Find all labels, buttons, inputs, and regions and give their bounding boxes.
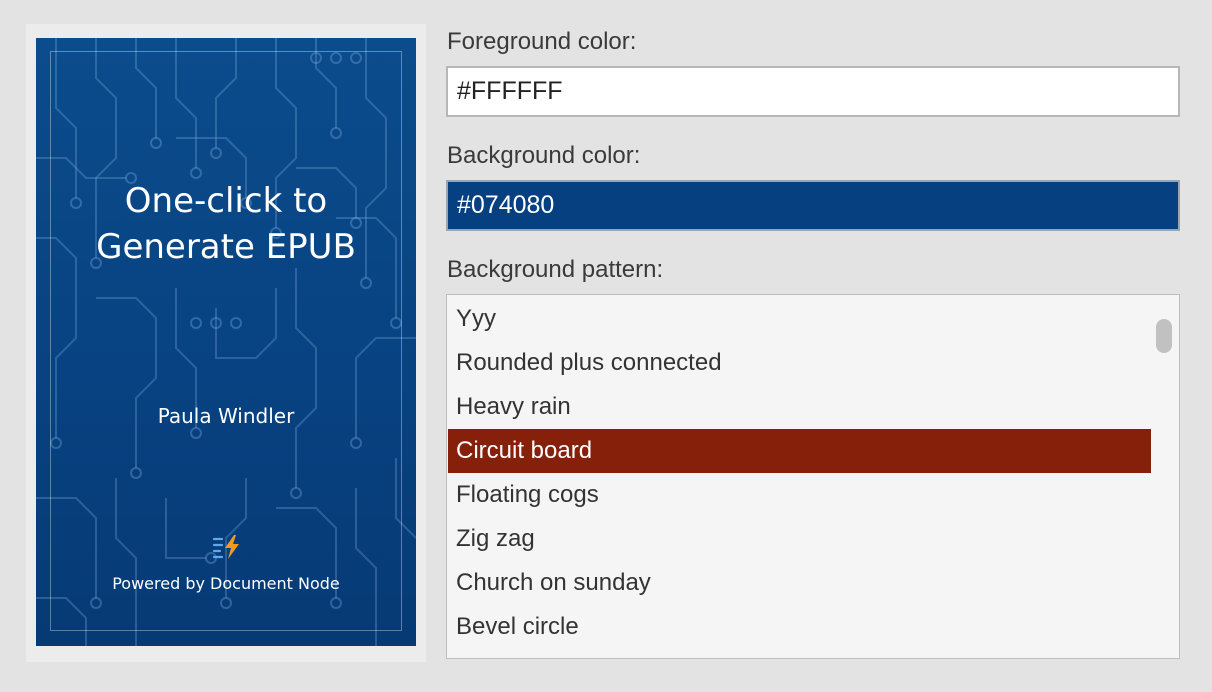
cover-title-line-1: One-click to bbox=[124, 181, 328, 221]
foreground-color-input[interactable] bbox=[446, 66, 1180, 117]
list-item[interactable]: Heavy rain bbox=[448, 385, 1151, 429]
background-color-input[interactable] bbox=[446, 180, 1180, 231]
cover-title: One-click to Generate EPUB bbox=[36, 178, 416, 270]
list-item[interactable]: Church on sunday bbox=[448, 561, 1151, 605]
document-node-logo-icon bbox=[212, 535, 239, 559]
list-item[interactable]: Bevel circle bbox=[448, 605, 1151, 649]
list-item-selected[interactable]: Circuit board bbox=[448, 429, 1151, 473]
foreground-color-label: Foreground color: bbox=[447, 28, 637, 55]
book-cover-preview: One-click to Generate EPUB Paula Windler… bbox=[36, 38, 416, 646]
cover-title-line-2: Generate EPUB bbox=[96, 227, 356, 267]
list-item[interactable]: Zig zag bbox=[448, 517, 1151, 561]
background-pattern-list[interactable]: Yyy Rounded plus connected Heavy rain Ci… bbox=[446, 294, 1180, 659]
cover-author: Paula Windler bbox=[157, 404, 295, 428]
list-item[interactable]: Yyy bbox=[448, 297, 1151, 341]
powered-by-text: Powered by Document Node bbox=[112, 574, 340, 593]
list-scrollbar-thumb[interactable] bbox=[1156, 319, 1172, 353]
background-color-label: Background color: bbox=[447, 142, 641, 169]
list-item[interactable]: Floating cogs bbox=[448, 473, 1151, 517]
list-item[interactable]: Rounded plus connected bbox=[448, 341, 1151, 385]
background-pattern-label: Background pattern: bbox=[447, 256, 664, 283]
